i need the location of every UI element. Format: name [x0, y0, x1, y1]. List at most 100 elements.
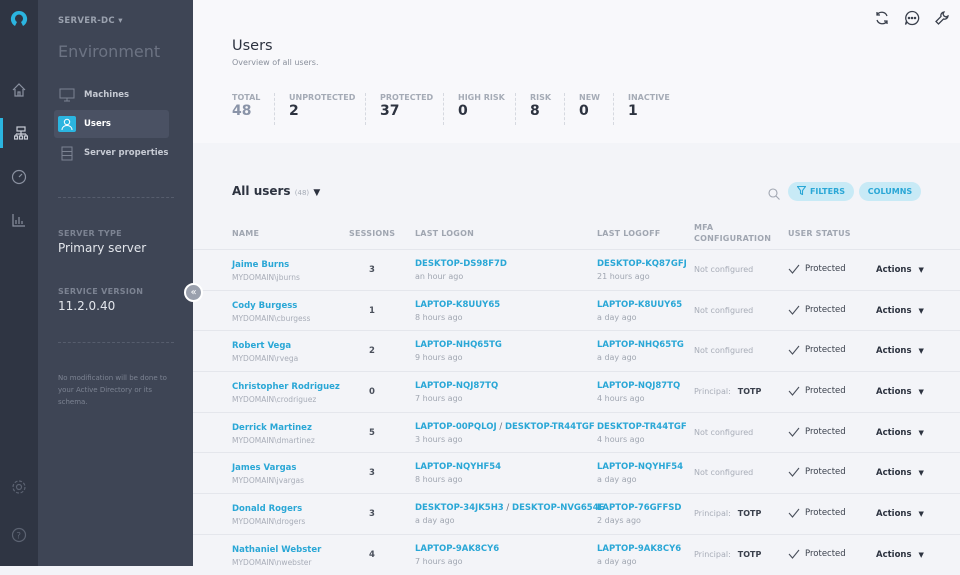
- stat-risk[interactable]: RISK 8: [530, 93, 551, 119]
- user-name-link[interactable]: Christopher Rodriguez: [232, 382, 340, 392]
- actions-dropdown[interactable]: Actions ▼: [876, 468, 924, 478]
- actions-dropdown[interactable]: Actions ▼: [876, 265, 924, 275]
- sidebar-item-machines[interactable]: Machines: [54, 81, 169, 109]
- machine-link[interactable]: DESKTOP-KQ87GFJ: [597, 259, 687, 269]
- wrench-icon[interactable]: [927, 10, 957, 26]
- machine-link[interactable]: LAPTOP-76GFFSD: [597, 503, 681, 513]
- stat-value: 0: [458, 103, 468, 119]
- machine-link[interactable]: DESKTOP-TR44TGF: [505, 422, 595, 432]
- machine-link[interactable]: DESKTOP-DS98F7D: [415, 259, 507, 269]
- user-name-link[interactable]: Robert Vega: [232, 341, 291, 351]
- user-name-link[interactable]: Donald Rogers: [232, 504, 302, 514]
- home-icon[interactable]: [0, 75, 38, 105]
- actions-label: Actions: [876, 346, 912, 357]
- machine-link[interactable]: LAPTOP-NHQ65TG: [415, 340, 502, 350]
- environment-icon[interactable]: [0, 118, 38, 148]
- machine-link[interactable]: LAPTOP-NQJ87TQ: [415, 381, 498, 391]
- sidebar-item-server-properties[interactable]: Server properties: [54, 139, 169, 167]
- column-header-last-logon[interactable]: LAST LOGON: [415, 228, 474, 239]
- user-domain: MYDOMAIN\jburns: [232, 273, 300, 282]
- stat-value: 48: [232, 103, 252, 119]
- column-header-name[interactable]: NAME: [232, 228, 259, 239]
- actions-dropdown[interactable]: Actions ▼: [876, 509, 924, 519]
- machine-link[interactable]: LAPTOP-NQYHF54: [597, 462, 683, 472]
- service-version-value: 11.2.0.40: [58, 299, 116, 313]
- column-header-mfa[interactable]: MFA CONFIGURATION: [694, 222, 771, 244]
- actions-label: Actions: [876, 468, 912, 479]
- collapse-sidebar-button[interactable]: «: [184, 283, 203, 302]
- session-count: 3: [369, 265, 375, 275]
- user-status: Protected: [788, 345, 846, 355]
- machine-link[interactable]: LAPTOP-NHQ65TG: [597, 340, 684, 350]
- user-name-link[interactable]: Derrick Martinez: [232, 423, 312, 433]
- user-status: Protected: [788, 467, 846, 477]
- table-row: Donald Rogers MYDOMAIN\drogers 3 DESKTOP-34…: [193, 493, 960, 534]
- mfa-configuration: Not configured: [694, 428, 753, 437]
- stat-protected[interactable]: PROTECTED 37: [380, 93, 433, 119]
- check-icon: [788, 264, 800, 274]
- svg-text:?: ?: [16, 532, 21, 542]
- help-icon[interactable]: ?: [0, 520, 38, 550]
- stat-unprotected[interactable]: UNPROTECTED 2: [289, 93, 355, 119]
- server-type-label: SERVER TYPE: [58, 229, 122, 238]
- stat-label: RISK: [530, 93, 552, 102]
- stat-label: UNPROTECTED: [289, 93, 356, 102]
- user-status: Protected: [788, 508, 846, 518]
- actions-dropdown[interactable]: Actions ▼: [876, 346, 924, 356]
- actions-label: Actions: [876, 387, 912, 398]
- actions-dropdown[interactable]: Actions ▼: [876, 306, 924, 316]
- list-title: All users: [232, 184, 291, 198]
- settings-icon[interactable]: [0, 472, 38, 502]
- user-name-link[interactable]: Nathaniel Webster: [232, 545, 321, 555]
- actions-dropdown[interactable]: Actions ▼: [876, 550, 924, 560]
- refresh-icon[interactable]: [867, 10, 897, 26]
- last-logoff-time: a day ago: [597, 475, 637, 485]
- machine-link[interactable]: LAPTOP-9AK8CY6: [415, 544, 499, 554]
- page-title: Users: [232, 38, 273, 54]
- user-domain: MYDOMAIN\cburgess: [232, 313, 311, 323]
- reports-icon[interactable]: [0, 205, 38, 235]
- machine-link[interactable]: LAPTOP-NQYHF54: [415, 462, 501, 472]
- table-row: Jaime Burns MYDOMAIN\jburns 3 DESKTOP-DS98F…: [193, 249, 960, 290]
- chat-icon[interactable]: [897, 10, 927, 26]
- stat-inactive[interactable]: INACTIVE 1: [628, 93, 670, 119]
- stat-new[interactable]: NEW 0: [579, 93, 600, 119]
- actions-dropdown[interactable]: Actions ▼: [876, 428, 924, 438]
- user-list-selector[interactable]: All users (48) ▼: [232, 184, 320, 198]
- machine-link[interactable]: LAPTOP-9AK8CY6: [597, 544, 681, 554]
- user-name-link[interactable]: James Vargas: [232, 463, 296, 473]
- user-name-link[interactable]: Cody Burgess: [232, 301, 297, 311]
- column-header-user-status[interactable]: USER STATUS: [788, 228, 851, 239]
- server-selector[interactable]: SERVER-DC ▾: [58, 16, 123, 26]
- machine-link[interactable]: LAPTOP-00PQLOJ: [415, 422, 497, 432]
- search-icon[interactable]: [768, 185, 780, 204]
- column-header-sessions[interactable]: SESSIONS: [349, 228, 395, 239]
- stat-total[interactable]: TOTAL 48: [232, 93, 260, 119]
- mfa-configuration: Principal: TOTP: [694, 550, 761, 559]
- machine-link[interactable]: DESKTOP-34JK5H3: [415, 503, 504, 513]
- mfa-label: Not configured: [694, 265, 754, 274]
- user-domain: MYDOMAIN\nwebster: [232, 557, 312, 567]
- dashboard-icon[interactable]: [0, 162, 38, 192]
- last-logoff-time: 21 hours ago: [597, 272, 650, 281]
- machine-link[interactable]: LAPTOP-K8UUY65: [597, 300, 682, 310]
- actions-dropdown[interactable]: Actions ▼: [876, 387, 924, 397]
- stat-value: 37: [380, 103, 400, 119]
- last-logon: LAPTOP-00PQLOJ / DESKTOP-TR44TGF: [415, 421, 595, 432]
- check-icon: [788, 305, 800, 315]
- sidebar-item-users[interactable]: Users: [54, 110, 169, 138]
- table-row: James Vargas MYDOMAIN\jvargas 3 LAPTOP-NQYH…: [193, 452, 960, 493]
- machine-link[interactable]: DESKTOP-NVG654E: [512, 503, 604, 513]
- machine-link[interactable]: DESKTOP-TR44TGF: [597, 422, 687, 432]
- machine-link[interactable]: LAPTOP-NQJ87TQ: [597, 381, 680, 391]
- last-logoff-time: 4 hours ago: [597, 394, 645, 404]
- stat-high-risk[interactable]: HIGH RISK 0: [458, 93, 505, 119]
- page-header: Users Overview of all users. TOTAL 48 UNP…: [193, 0, 960, 143]
- filters-button[interactable]: FILTERS: [788, 182, 854, 201]
- user-name-link[interactable]: Jaime Burns: [232, 260, 289, 270]
- machine-link[interactable]: LAPTOP-K8UUY65: [415, 300, 500, 310]
- column-header-last-logoff[interactable]: LAST LOGOFF: [597, 228, 660, 239]
- monitor-icon: [58, 87, 76, 103]
- columns-button[interactable]: COLUMNS: [859, 182, 921, 201]
- stat-label: TOTAL: [232, 93, 261, 102]
